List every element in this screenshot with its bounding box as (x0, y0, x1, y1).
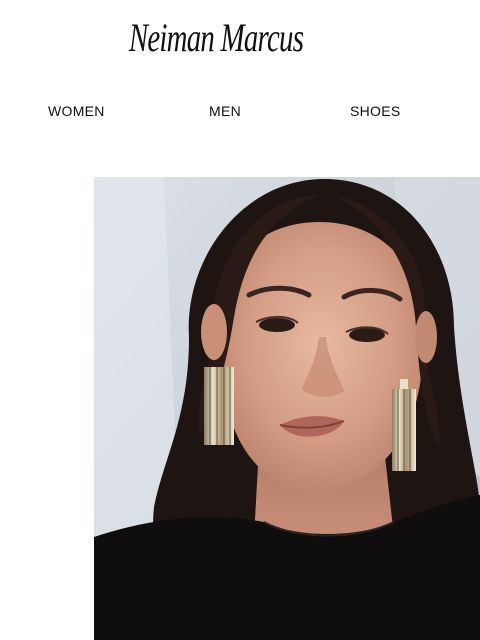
nav-link-men[interactable]: MEN (209, 103, 241, 119)
hero-image[interactable] (94, 177, 480, 640)
category-nav: WOMEN MEN SHOES (0, 103, 480, 123)
brand-logo[interactable]: Neiman Marcus (0, 18, 432, 58)
email-page: Neiman Marcus WOMEN MEN SHOES (0, 0, 480, 640)
nav-link-shoes[interactable]: SHOES (350, 103, 401, 119)
nav-link-women[interactable]: WOMEN (48, 103, 105, 119)
model-photo-icon (94, 177, 480, 640)
